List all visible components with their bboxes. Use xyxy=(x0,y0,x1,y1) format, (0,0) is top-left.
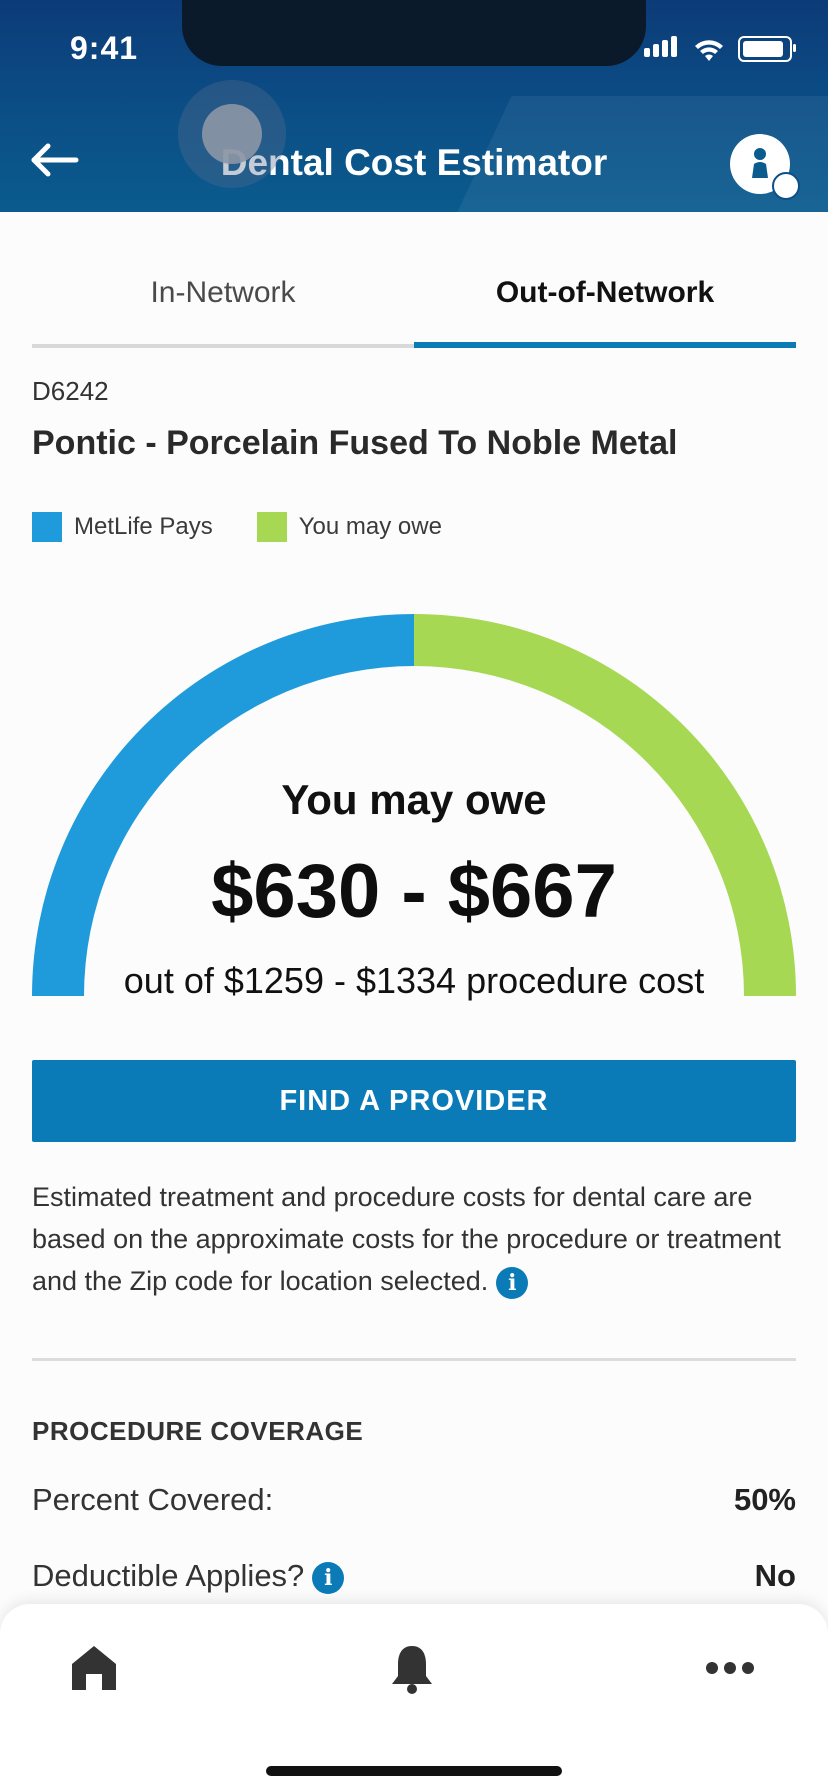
coverage-label: Percent Covered: xyxy=(32,1482,274,1517)
info-icon[interactable]: i xyxy=(312,1561,345,1594)
legend-swatch-blue xyxy=(32,512,62,542)
status-time: 9:41 xyxy=(70,30,139,66)
home-indicator xyxy=(266,1766,562,1776)
procedure-name: Pontic - Porcelain Fused To Noble Metal xyxy=(32,424,678,462)
status-icons xyxy=(644,36,796,62)
chart-legend: MetLife Pays You may owe xyxy=(32,512,486,542)
coverage-label-wrap: Deductible Applies? i xyxy=(32,1558,345,1594)
tab-in-network[interactable]: In-Network xyxy=(32,276,414,310)
page-title: Dental Cost Estimator xyxy=(220,142,608,183)
find-provider-button[interactable]: FIND A PROVIDER xyxy=(32,1060,796,1142)
battery-icon xyxy=(738,36,796,62)
estimate-label: You may owe xyxy=(281,776,547,823)
menu-badge-icon xyxy=(772,172,800,200)
app-screen: 9:41 Dental Cost Estimator In-Network Ou… xyxy=(0,0,828,1792)
coverage-value: 50% xyxy=(733,1482,796,1517)
cellular-signal-icon xyxy=(644,36,680,62)
device-notch xyxy=(182,0,646,66)
info-icon[interactable]: i xyxy=(496,1266,529,1299)
wifi-icon xyxy=(695,40,723,61)
bell-icon[interactable] xyxy=(384,1640,440,1696)
disclaimer-text: Estimated treatment and procedure costs … xyxy=(32,1176,796,1302)
legend-label: MetLife Pays xyxy=(74,513,213,540)
disclaimer-body: Estimated treatment and procedure costs … xyxy=(32,1182,781,1296)
network-tabs: In-Network Out-of-Network xyxy=(32,256,796,348)
more-icon[interactable] xyxy=(702,1640,758,1696)
legend-item-owe: You may owe xyxy=(256,512,442,542)
section-divider xyxy=(32,1358,796,1361)
coverage-label: Deductible Applies? xyxy=(32,1558,305,1593)
coverage-row-deductible: Deductible Applies? i No xyxy=(32,1558,796,1594)
coverage-value: No xyxy=(754,1558,796,1593)
profile-button[interactable] xyxy=(730,134,800,200)
procedure-code: D6242 xyxy=(32,376,109,406)
bottom-nav xyxy=(0,1604,828,1792)
legend-item-metlife: MetLife Pays xyxy=(32,512,213,542)
estimate-amount: $630 - $667 xyxy=(211,849,617,934)
touch-indicator xyxy=(178,80,286,188)
coverage-title: PROCEDURE COVERAGE xyxy=(32,1416,364,1446)
legend-swatch-green xyxy=(256,512,287,542)
tab-out-of-network[interactable]: Out-of-Network xyxy=(414,276,796,310)
legend-label: You may owe xyxy=(298,513,442,540)
coverage-row-percent: Percent Covered: 50% xyxy=(32,1482,796,1518)
header-bar: 9:41 Dental Cost Estimator xyxy=(0,0,828,212)
home-icon[interactable] xyxy=(66,1640,122,1696)
estimate-subtext: out of $1259 - $1334 procedure cost xyxy=(123,960,705,1001)
active-tab-indicator xyxy=(414,342,796,348)
